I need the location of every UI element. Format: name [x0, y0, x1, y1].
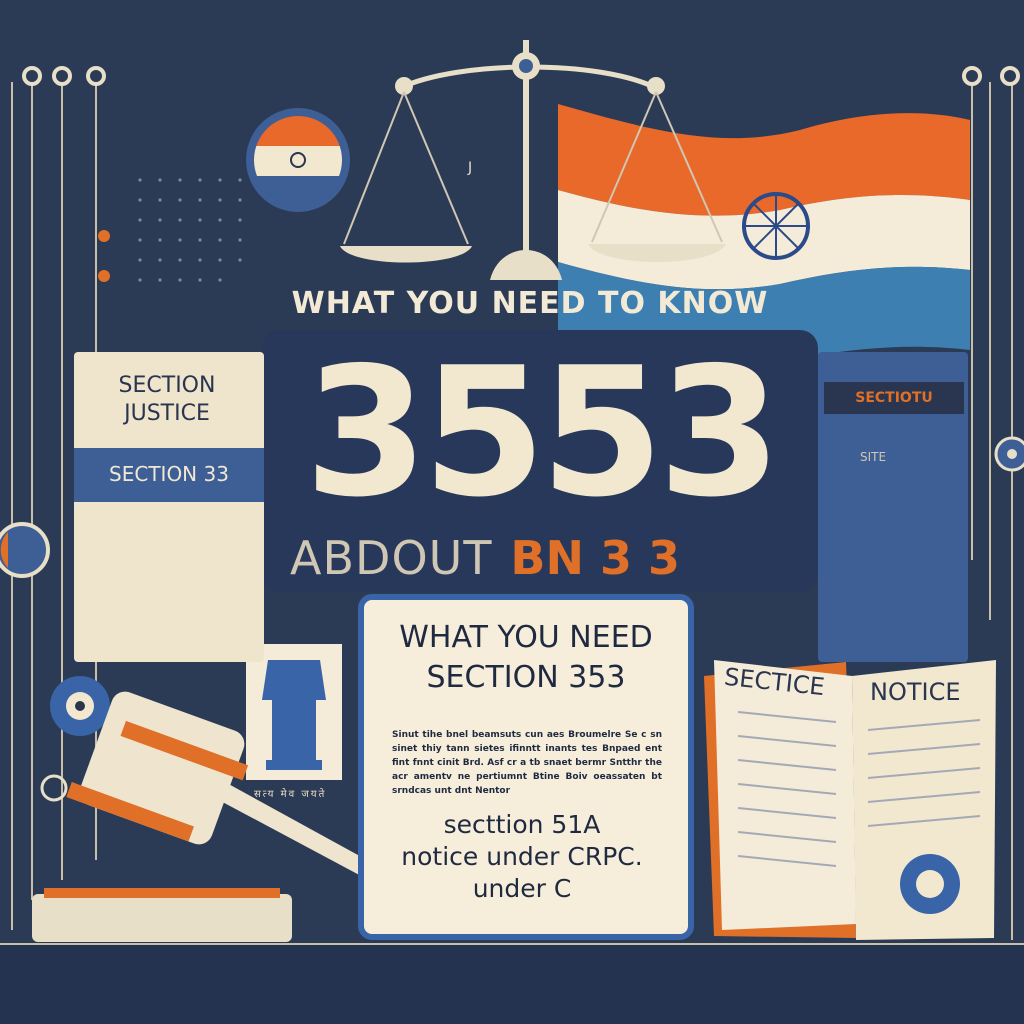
floor [0, 944, 1024, 1024]
left-book-band-label: SECTION 33 [109, 462, 229, 486]
notice-heading-line1: WHAT YOU NEED [399, 620, 653, 655]
left-book-title: SECTION JUSTICE [118, 373, 216, 426]
flag-badge-icon [246, 108, 350, 212]
j-mark: J [468, 160, 473, 176]
emblem-caption: सत्य मेव जयते [254, 789, 327, 800]
indian-flag-icon [558, 104, 970, 367]
notice-line-2: notice under CRPC. [401, 842, 643, 871]
about-text: ABDOUT [290, 531, 493, 585]
notice-heading: WHAT YOU NEED SECTION 353 [370, 618, 682, 698]
open-book-right-label: NOTICE [870, 678, 961, 706]
right-medallion-icon [994, 436, 1024, 472]
state-emblem-icon [246, 644, 342, 780]
notice-heading-line2: SECTION 353 [426, 660, 626, 695]
about-line: ABDOUT BN 3 3 [290, 530, 680, 586]
notice-body-text: Sinut tihe bnel beamsuts cun aes Broumel… [392, 730, 662, 796]
notice-line-3: under C [472, 874, 572, 903]
orange-beads [98, 230, 110, 282]
dot-pattern [138, 178, 242, 282]
right-book-label: SECTIOTU [824, 382, 964, 414]
about-suffix: BN 3 3 [510, 531, 681, 585]
headline: WHAT YOU NEED TO KNOW [291, 286, 769, 321]
notice-line-1: secttion 51A [443, 810, 601, 839]
big-section-number: 3553 [304, 329, 781, 536]
right-book-sub: SITE [860, 450, 887, 464]
